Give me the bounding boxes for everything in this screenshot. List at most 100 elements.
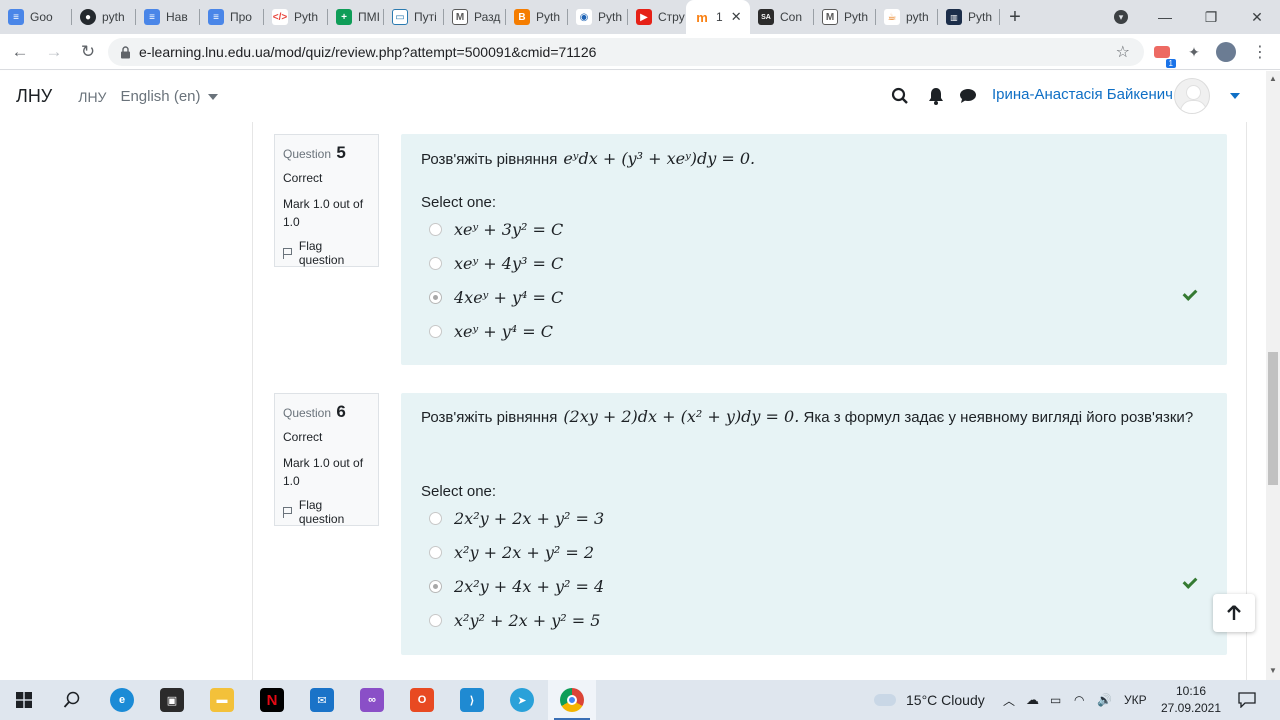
answer-option[interactable]: xeʸ + 3y² = C — [429, 216, 563, 242]
question-info-6: Question 6 Correct Mark 1.0 out of 1.0 F… — [274, 393, 379, 526]
tab-title: Стру — [658, 10, 685, 24]
answer-option[interactable]: 2x²y + 2x + y² = 3 — [429, 505, 604, 531]
answer-option[interactable]: xeʸ + y⁴ = C — [429, 318, 553, 344]
browser-tab-active[interactable]: m 1 ✕ — [686, 0, 750, 34]
flag-question-link[interactable]: Flag question — [283, 498, 370, 526]
profile-avatar-icon[interactable] — [1216, 42, 1236, 62]
vscode-icon[interactable]: ⟩ — [448, 680, 496, 720]
tab-title: Pyth — [844, 10, 869, 24]
browser-tab[interactable]: SA Con — [750, 0, 814, 34]
clock-time: 10:16 — [1175, 684, 1207, 698]
flag-question-link[interactable]: Flag question — [283, 239, 370, 267]
input-language[interactable]: УКР — [1124, 680, 1147, 720]
system-clock[interactable]: 10:16 27.09.2021 — [1150, 683, 1232, 717]
correct-check-icon — [1181, 287, 1197, 303]
github-icon: ● — [80, 9, 96, 25]
taskbar-search-icon[interactable] — [48, 680, 96, 720]
edge-icon[interactable]: e — [98, 680, 146, 720]
windows-start-icon[interactable] — [0, 680, 48, 720]
browser-tab[interactable]: </> Pyth — [264, 0, 328, 34]
volume-icon[interactable]: 🔊 — [1097, 680, 1112, 720]
puzzle-extensions-icon[interactable]: ✦ — [1184, 42, 1204, 62]
minimize-icon[interactable]: — — [1142, 0, 1188, 34]
browser-menu-icon[interactable]: ⋮ — [1250, 42, 1270, 62]
scrollbar-thumb[interactable] — [1268, 352, 1278, 485]
browser-tab-strip: ≡ Goo ● pyth ≡ Нав ≡ Про </> Pyth + ПМІ … — [0, 0, 1280, 34]
profile-menu-icon[interactable]: ▾ — [1098, 0, 1144, 34]
radio-button[interactable] — [429, 613, 442, 627]
answer-option-selected[interactable]: 2x²y + 4x + y² = 4 — [429, 573, 604, 599]
user-name[interactable]: Ірина-Анастасія Байкенич — [992, 86, 1173, 103]
wifi-icon[interactable]: ◠ — [1074, 680, 1084, 720]
browser-tab[interactable]: ▶ Стру — [628, 0, 686, 34]
radio-button[interactable] — [429, 256, 442, 270]
browser-tab[interactable]: ◉ Pyth — [568, 0, 628, 34]
nav-link-home[interactable]: ЛНУ — [78, 89, 106, 105]
answer-option[interactable]: x²y + 2x + y² = 2 — [429, 539, 594, 565]
search-icon[interactable] — [891, 87, 909, 105]
tab-title: Pyth — [598, 10, 623, 24]
answer-option[interactable]: x²y² + 2x + y² = 5 — [429, 607, 600, 633]
browser-tab[interactable]: ▥ Pyth — [938, 0, 1000, 34]
browser-tab[interactable]: M Разд — [444, 0, 506, 34]
battery-icon[interactable]: ▭ — [1050, 680, 1061, 720]
new-tab-icon[interactable]: + — [1000, 6, 1030, 29]
browser-tab[interactable]: B Pyth — [506, 0, 568, 34]
tab-title: ПМІ — [358, 10, 380, 24]
back-icon[interactable]: ← — [8, 40, 32, 64]
restore-icon[interactable]: ❐ — [1188, 0, 1234, 34]
netflix-icon[interactable]: N — [248, 680, 296, 720]
office-icon[interactable]: O — [398, 680, 446, 720]
radio-button[interactable] — [429, 324, 442, 338]
mail-icon[interactable]: ✉ — [298, 680, 346, 720]
answer-option[interactable]: xeʸ + 4y³ = C — [429, 250, 563, 276]
language-label: English (en) — [120, 88, 201, 105]
store-icon[interactable]: ▣ — [148, 680, 196, 720]
extension-icon[interactable]: 1 — [1152, 42, 1176, 68]
correct-check-icon — [1181, 575, 1197, 591]
bookmark-star-icon[interactable]: ☆ — [1116, 42, 1130, 62]
google-docs-icon: ≡ — [144, 9, 160, 25]
browser-tab[interactable]: ● pyth — [72, 0, 136, 34]
telegram-icon[interactable]: ➤ — [498, 680, 546, 720]
language-selector[interactable]: English (en) — [120, 88, 218, 105]
tab-title: Pyth — [536, 10, 561, 24]
browser-tab[interactable]: ▭ Путі — [384, 0, 444, 34]
radio-button-selected[interactable] — [429, 290, 442, 304]
clock-date: 27.09.2021 — [1160, 701, 1222, 715]
browser-tab[interactable]: ≡ Про — [200, 0, 264, 34]
browser-tab[interactable]: ≡ Goo — [0, 0, 72, 34]
answer-option-selected[interactable]: 4xeʸ + y⁴ = C — [429, 284, 563, 310]
notifications-icon[interactable] — [1238, 680, 1256, 720]
site-brand[interactable]: ЛНУ — [16, 86, 52, 107]
scroll-up-arrow-icon[interactable]: ▲ — [1268, 74, 1278, 84]
tab-title: pyth — [102, 10, 125, 24]
back-to-top-button[interactable] — [1213, 594, 1255, 632]
browser-tab[interactable]: M Pyth — [814, 0, 876, 34]
close-tab-icon[interactable]: ✕ — [731, 9, 742, 25]
visual-studio-icon[interactable]: ∞ — [348, 680, 396, 720]
user-menu-chevron-icon[interactable] — [1230, 93, 1240, 99]
avatar[interactable] — [1174, 78, 1210, 114]
weather-widget[interactable]: 15°C Cloudy — [874, 680, 985, 720]
radio-button-selected[interactable] — [429, 579, 442, 593]
reload-icon[interactable]: ↻ — [76, 40, 100, 64]
file-explorer-icon[interactable]: ▬ — [198, 680, 246, 720]
url-field[interactable]: e-learning.lnu.edu.ua/mod/quiz/review.ph… — [108, 38, 1144, 66]
forward-icon[interactable]: → — [42, 40, 66, 64]
show-hidden-icons-icon[interactable]: ︿ — [1003, 680, 1015, 720]
messages-icon[interactable] — [959, 87, 977, 105]
close-window-icon[interactable]: ✕ — [1234, 0, 1280, 34]
browser-tab[interactable]: ☕ pyth — [876, 0, 938, 34]
browser-tab[interactable]: ≡ Нав — [136, 0, 200, 34]
onedrive-icon[interactable]: ☁ — [1026, 680, 1039, 720]
scroll-down-arrow-icon[interactable]: ▼ — [1268, 666, 1278, 676]
bell-icon[interactable] — [927, 87, 945, 105]
radio-button[interactable] — [429, 545, 442, 559]
radio-button[interactable] — [429, 511, 442, 525]
browser-tab[interactable]: + ПМІ — [328, 0, 384, 34]
chrome-icon[interactable] — [548, 680, 596, 720]
radio-button[interactable] — [429, 222, 442, 236]
tab-title: Con — [780, 10, 803, 24]
youtube-icon: ▶ — [636, 9, 652, 25]
